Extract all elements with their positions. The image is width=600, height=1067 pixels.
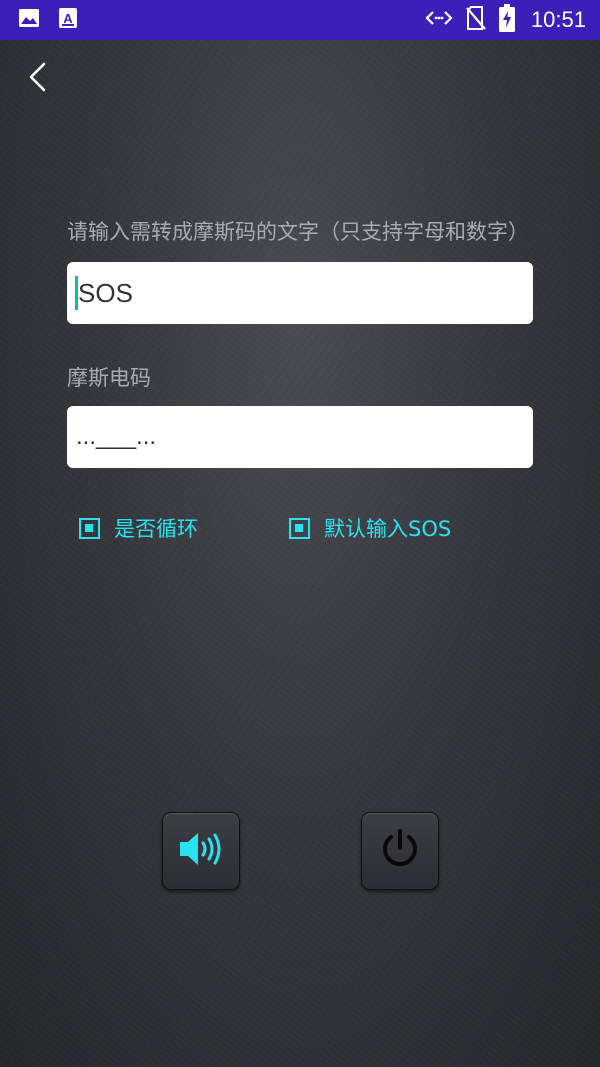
loop-checkbox[interactable]: 是否循环 — [79, 513, 198, 543]
text-input-label: 请输入需转成摩斯码的文字（只支持字母和数字） — [67, 220, 529, 244]
sound-button[interactable] — [162, 812, 240, 890]
loop-label: 是否循环 — [114, 517, 198, 541]
default-sos-label: 默认输入SOS — [324, 517, 452, 541]
chevron-left-icon — [24, 62, 52, 98]
battery-charging-icon — [498, 4, 515, 36]
checkbox-checked-icon — [79, 517, 100, 539]
power-icon — [378, 827, 422, 875]
no-sim-icon — [465, 5, 487, 35]
font-app-icon: A — [58, 7, 78, 33]
morse-output-value: ...___... — [76, 423, 157, 450]
background-texture — [0, 40, 600, 1067]
power-button[interactable] — [361, 812, 439, 890]
checkbox-checked-icon — [289, 517, 310, 539]
morse-output-field[interactable]: ...___... — [67, 406, 533, 468]
back-button[interactable] — [24, 60, 52, 94]
morse-label: 摩斯电码 — [67, 366, 151, 390]
svg-text:A: A — [63, 11, 73, 26]
gallery-icon — [18, 8, 40, 32]
speaker-icon — [178, 829, 224, 873]
text-input-field[interactable]: SOS — [67, 262, 533, 324]
text-input-value: SOS — [78, 277, 133, 308]
default-sos-checkbox[interactable]: 默认输入SOS — [289, 513, 451, 543]
data-arrows-icon — [425, 9, 453, 31]
status-bar: A 10:51 — [0, 0, 600, 40]
status-time: 10:51 — [530, 7, 586, 32]
